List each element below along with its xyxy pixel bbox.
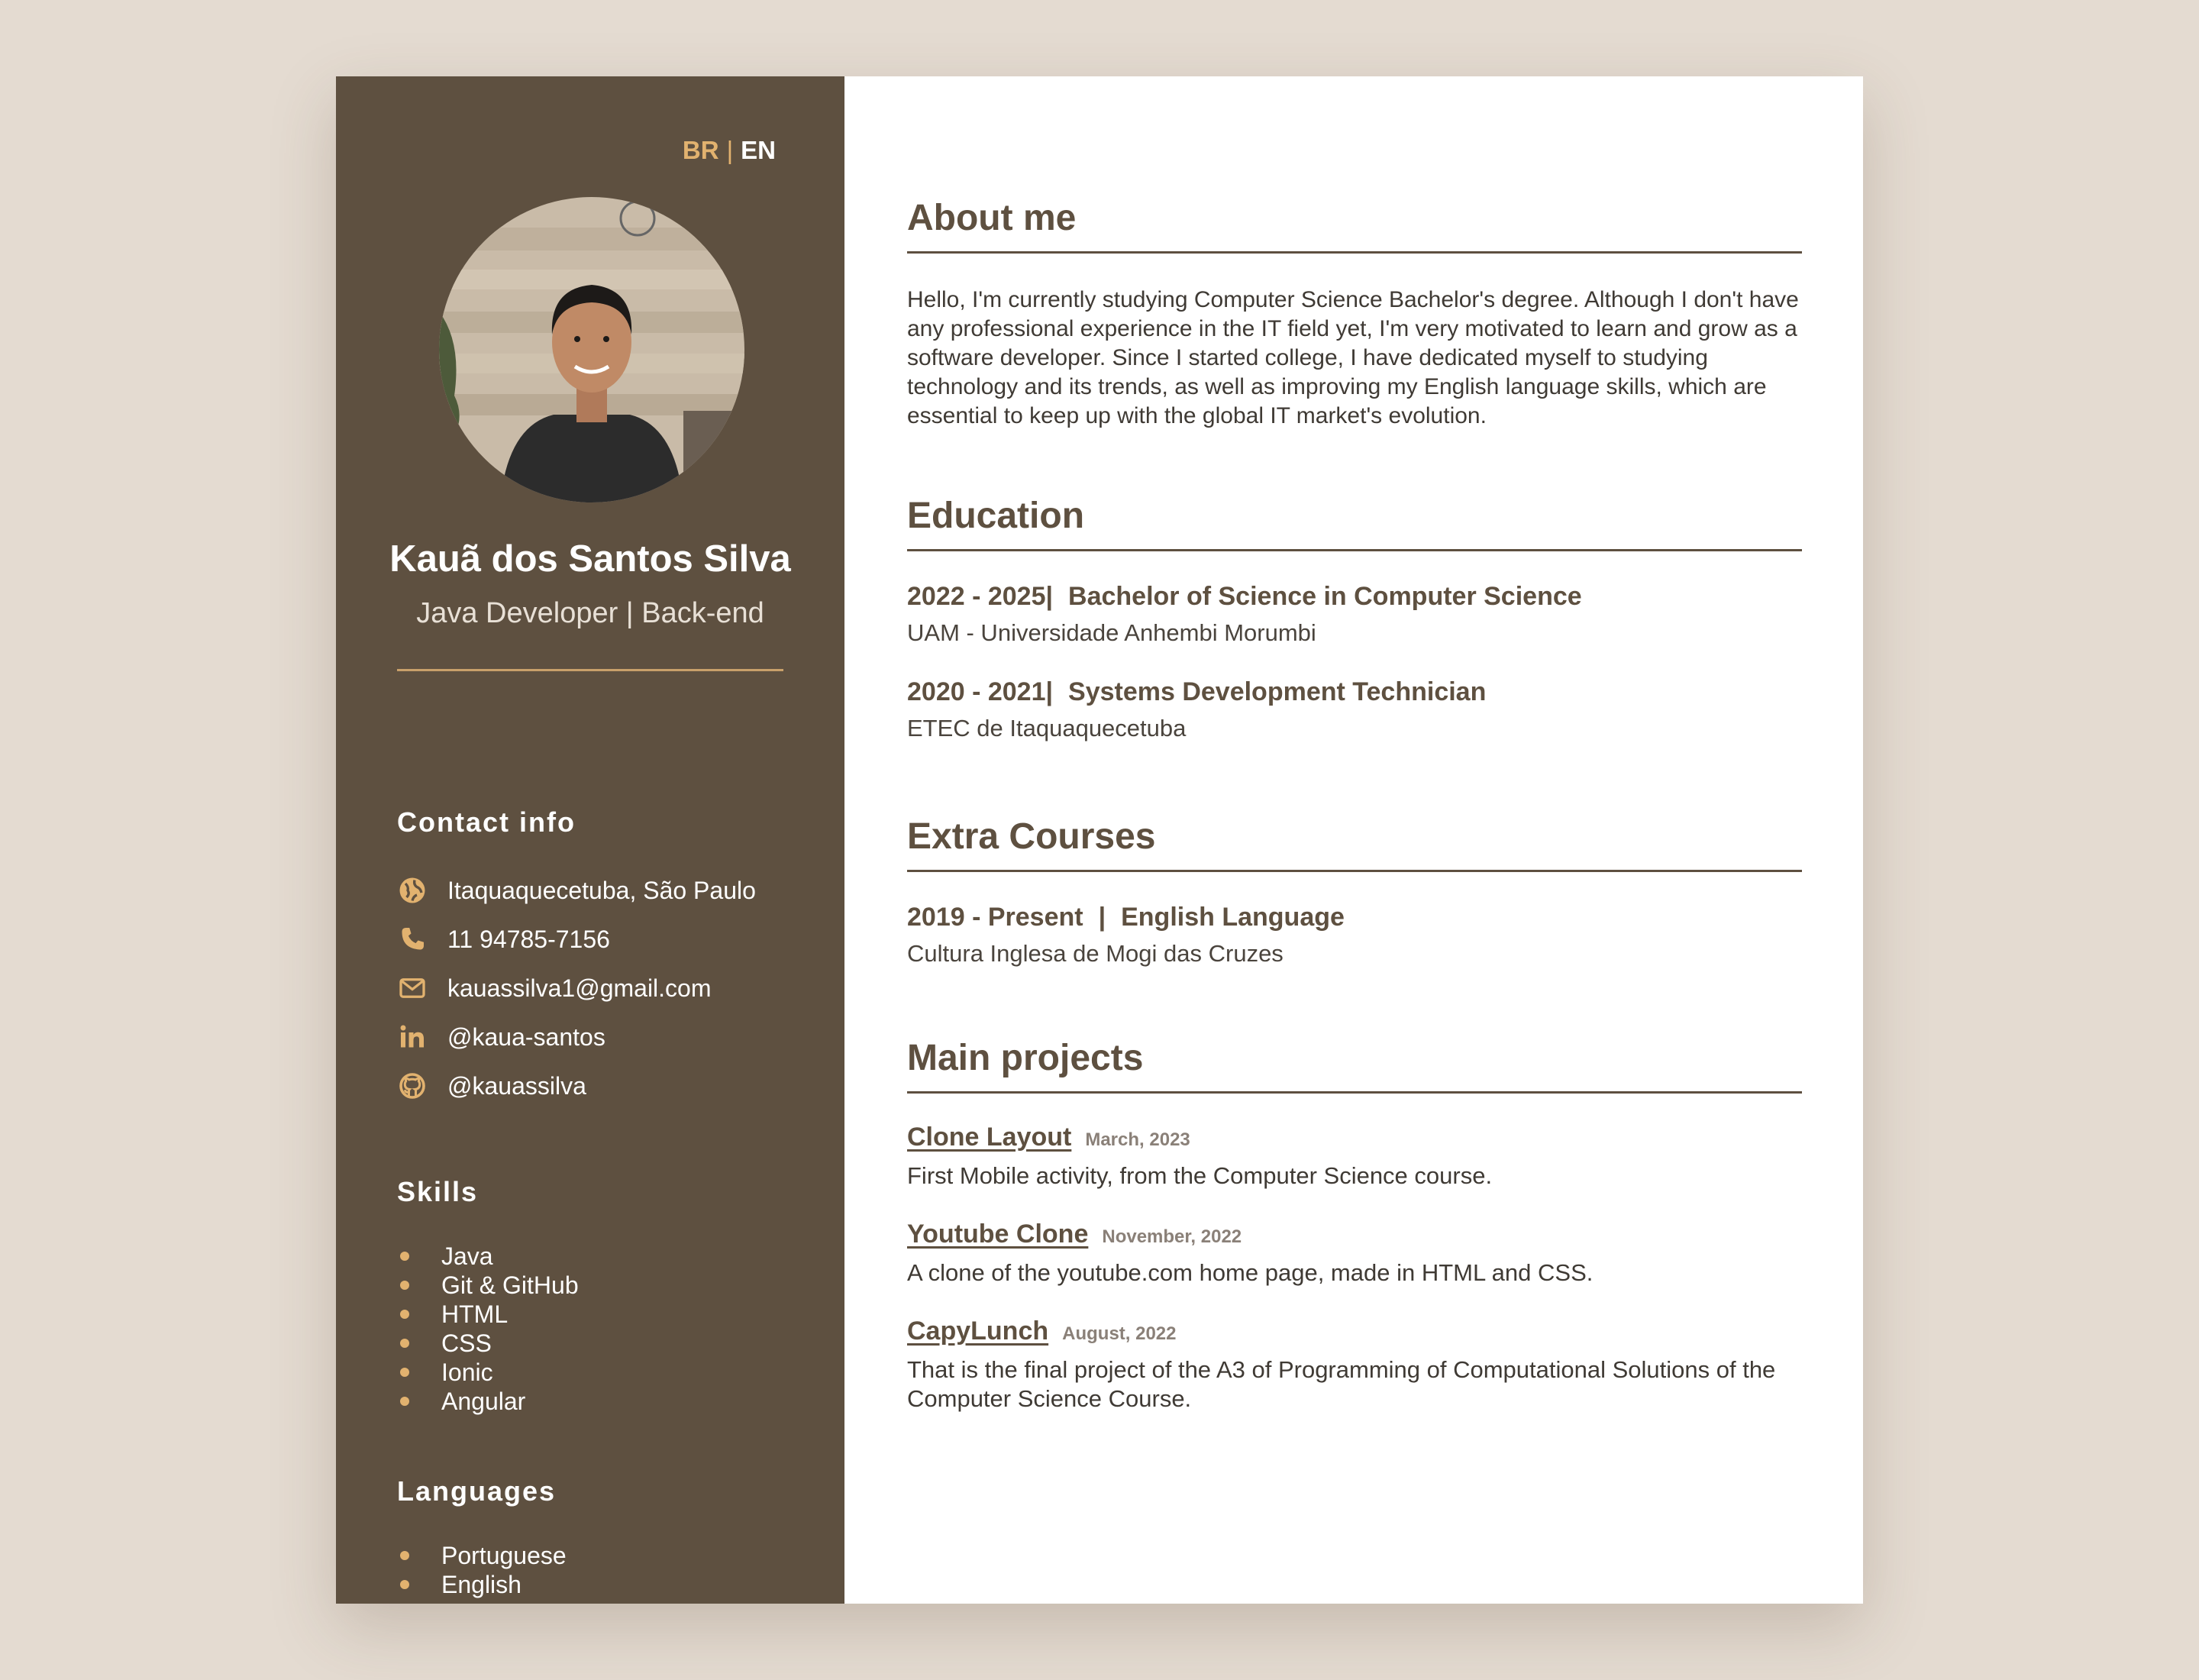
bullet-icon: [400, 1580, 409, 1589]
main-content: About me Hello, I'm currently studying C…: [844, 76, 1863, 1604]
github-icon: [397, 1071, 428, 1101]
education-section: Education 2022 - 2025| Bachelor of Scienc…: [907, 495, 1802, 742]
skills-list: Java Git & GitHub HTML CSS Ionic Angular: [397, 1242, 579, 1416]
language-label: English: [441, 1570, 521, 1598]
education-degree: Bachelor of Science in Computer Science: [1068, 582, 1582, 611]
about-title: About me: [907, 197, 1802, 254]
contact-item-email[interactable]: kauassilva1@gmail.com: [397, 964, 756, 1013]
education-title: Education: [907, 495, 1802, 551]
project-description: That is the final project of the A3 of P…: [907, 1356, 1776, 1412]
course-school: Cultura Inglesa de Mogi das Cruzes: [907, 940, 1284, 967]
projects-section: Main projects Clone Layout March, 2023 Fi…: [907, 1037, 1802, 1413]
projects-title: Main projects: [907, 1037, 1802, 1094]
list-item: HTML: [397, 1300, 579, 1329]
bullet-icon: [400, 1310, 409, 1319]
skill-label: Ionic: [441, 1358, 493, 1386]
bullet-icon: [400, 1368, 409, 1377]
project-link[interactable]: Youtube Clone: [907, 1220, 1088, 1249]
education-entry: 2020 - 2021| Systems Development Technici…: [907, 677, 1802, 742]
project-entry: CapyLunch August, 2022 That is the final …: [907, 1317, 1802, 1413]
education-school: ETEC de Itaquaquecetuba: [907, 715, 1187, 741]
list-item: Java: [397, 1242, 579, 1271]
lang-separator: |: [726, 136, 734, 164]
list-item: Git & GitHub: [397, 1271, 579, 1300]
list-item: Angular: [397, 1387, 579, 1416]
skill-label: CSS: [441, 1329, 492, 1357]
profile-photo: [439, 197, 744, 502]
resume-card: BR | EN Kauã dos Santos Silva Java Devel…: [336, 76, 1863, 1604]
phone-icon: [397, 924, 428, 955]
bullet-icon: [400, 1252, 409, 1261]
bullet-icon: [400, 1397, 409, 1406]
skill-label: Git & GitHub: [441, 1271, 579, 1299]
project-description: First Mobile activity, from the Computer…: [907, 1162, 1493, 1189]
project-date: March, 2023: [1085, 1129, 1190, 1150]
list-item: Ionic: [397, 1358, 579, 1387]
lang-br-link[interactable]: BR: [683, 136, 719, 164]
project-link[interactable]: CapyLunch: [907, 1317, 1048, 1346]
linkedin-icon: [397, 1022, 428, 1052]
course-period: 2019 - Present: [907, 903, 1083, 932]
contact-location-text: Itaquaquecetuba, São Paulo: [447, 876, 756, 904]
contact-phone-text: 11 94785-7156: [447, 925, 610, 953]
languages-list: Portuguese English: [397, 1541, 567, 1599]
bullet-icon: [400, 1551, 409, 1560]
mail-icon: [397, 973, 428, 1003]
contact-item-linkedin[interactable]: @kaua-santos: [397, 1013, 756, 1061]
about-section: About me Hello, I'm currently studying C…: [907, 197, 1802, 431]
extra-courses-title: Extra Courses: [907, 816, 1802, 872]
list-item: Portuguese: [397, 1541, 567, 1570]
list-item: English: [397, 1570, 567, 1599]
education-degree: Systems Development Technician: [1068, 677, 1487, 706]
education-school: UAM - Universidade Anhembi Morumbi: [907, 619, 1316, 646]
education-entry: 2022 - 2025| Bachelor of Science in Compu…: [907, 582, 1802, 647]
globe-icon: [397, 875, 428, 906]
languages-title: Languages: [397, 1475, 557, 1507]
project-link[interactable]: Clone Layout: [907, 1123, 1071, 1152]
bullet-icon: [400, 1281, 409, 1290]
avatar: [439, 197, 744, 502]
education-period: 2020 - 2021|: [907, 677, 1054, 706]
project-date: November, 2022: [1102, 1226, 1242, 1247]
contact-linkedin-text[interactable]: @kaua-santos: [447, 1023, 605, 1052]
contact-info-title: Contact info: [397, 806, 576, 838]
profile-name: Kauã dos Santos Silva: [389, 538, 791, 580]
contact-item-phone: 11 94785-7156: [397, 915, 756, 964]
sidebar-divider: [397, 669, 783, 671]
project-date: August, 2022: [1062, 1323, 1177, 1344]
education-period: 2022 - 2025|: [907, 582, 1054, 611]
contact-item-github[interactable]: @kauassilva: [397, 1061, 756, 1110]
contact-email-text[interactable]: kauassilva1@gmail.com: [447, 974, 712, 1003]
sidebar: BR | EN Kauã dos Santos Silva Java Devel…: [336, 76, 844, 1604]
course-separator: |: [1098, 903, 1106, 932]
lang-en-link[interactable]: EN: [741, 136, 776, 164]
list-item: CSS: [397, 1329, 579, 1358]
skills-title: Skills: [397, 1176, 479, 1207]
skill-label: Angular: [441, 1387, 526, 1415]
course-entry: 2019 - Present | English Language Cultura …: [907, 903, 1802, 968]
about-text: Hello, I'm currently studying Computer S…: [907, 287, 1799, 428]
project-entry: Clone Layout March, 2023 First Mobile act…: [907, 1123, 1802, 1191]
language-label: Portuguese: [441, 1541, 567, 1569]
contact-github-text[interactable]: @kauassilva: [447, 1072, 586, 1100]
skill-label: Java: [441, 1242, 493, 1270]
contact-item-location: Itaquaquecetuba, São Paulo: [397, 866, 756, 915]
skill-label: HTML: [441, 1300, 509, 1328]
bullet-icon: [400, 1339, 409, 1348]
extra-courses-section: Extra Courses 2019 - Present | English Lan…: [907, 816, 1802, 968]
contact-list: Itaquaquecetuba, São Paulo 11 94785-7156…: [397, 866, 756, 1110]
project-entry: Youtube Clone November, 2022 A clone of t…: [907, 1220, 1802, 1287]
project-description: A clone of the youtube.com home page, ma…: [907, 1259, 1594, 1286]
course-name: English Language: [1121, 903, 1345, 932]
language-switch: BR | EN: [683, 136, 776, 165]
profile-role: Java Developer | Back-end: [416, 597, 764, 629]
